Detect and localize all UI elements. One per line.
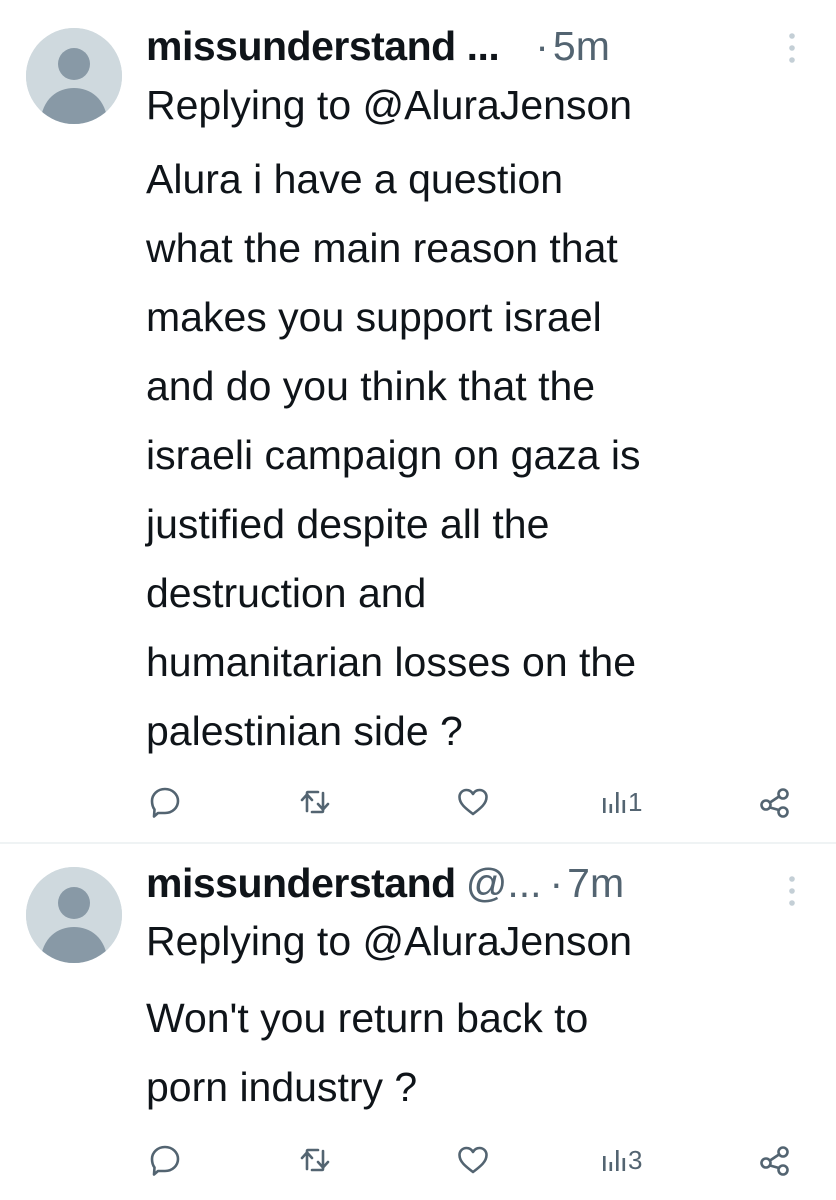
views-count: 1 [628, 786, 643, 817]
retweet-icon [300, 790, 330, 814]
tweet-text-line: Alura i have a question [146, 156, 564, 202]
share-button[interactable] [758, 1140, 792, 1180]
action-bar: 1 [146, 782, 806, 822]
replying-to[interactable]: Replying to @AluraJenson [146, 918, 632, 965]
avatar[interactable] [26, 867, 122, 963]
avatar[interactable] [26, 28, 122, 124]
like-icon [458, 788, 488, 816]
views-icon [603, 1150, 626, 1171]
timestamp[interactable]: 5m [553, 23, 610, 70]
default-avatar-icon [26, 28, 122, 124]
retweet-button[interactable] [298, 1140, 332, 1180]
tweet-1[interactable]: missunderstand ... · 5m Replying to @Alu… [0, 0, 836, 842]
reply-button[interactable] [148, 1140, 182, 1180]
like-icon [458, 1146, 488, 1174]
tweet-text-line: makes you support israel [146, 294, 602, 340]
tweet-text-line: and do you think that the [146, 363, 596, 409]
display-name[interactable]: missunderstand [146, 860, 456, 907]
tweet-text-line: israeli campaign on gaza is [146, 432, 641, 478]
display-name[interactable]: missunderstand ... [146, 23, 500, 70]
tweet-header: missunderstand ... · 5m [146, 18, 812, 74]
tweet-2[interactable]: missunderstand @... · 7m Replying to @Al… [0, 845, 836, 1200]
like-button[interactable] [456, 1140, 490, 1180]
share-button[interactable] [758, 782, 792, 822]
tweet-text: Won't you return back to porn industry ? [146, 984, 816, 1122]
retweet-icon [300, 1148, 330, 1172]
reply-button[interactable] [148, 782, 182, 822]
tweet-text-line: what the main reason that [146, 225, 618, 271]
reply-icon [150, 1145, 180, 1176]
default-avatar-icon [26, 867, 122, 963]
tweet-divider [0, 842, 836, 844]
like-button[interactable] [456, 782, 490, 822]
time-separator: · [549, 859, 564, 906]
tweet-header: missunderstand @... · 7m [146, 855, 812, 911]
views-icon [603, 792, 626, 813]
replying-to[interactable]: Replying to @AluraJenson [146, 82, 632, 129]
tweet-text-line: destruction and [146, 570, 427, 616]
user-handle[interactable]: @... [466, 860, 542, 907]
more-vertical-icon[interactable] [788, 28, 796, 68]
views-count: 3 [628, 1144, 643, 1175]
retweet-button[interactable] [298, 782, 332, 822]
time-separator: · [535, 22, 549, 69]
tweet-text-line: palestinian side ? [146, 708, 463, 754]
tweet-text: Alura i have a question what the main re… [146, 145, 816, 766]
timestamp[interactable]: 7m [567, 860, 624, 907]
tweet-text-line: humanitarian losses on the [146, 639, 637, 685]
tweet-text-line: justified despite all the [146, 501, 550, 547]
share-icon [760, 1146, 789, 1176]
more-vertical-icon[interactable] [788, 871, 796, 911]
views-button[interactable]: 1 [602, 782, 642, 822]
tweet-text-line: Won't you return back to [146, 995, 589, 1041]
views-button[interactable]: 3 [602, 1140, 642, 1180]
tweet-text-line: porn industry ? [146, 1064, 418, 1110]
action-bar: 3 [146, 1140, 806, 1180]
reply-icon [150, 787, 180, 818]
share-icon [760, 788, 789, 818]
